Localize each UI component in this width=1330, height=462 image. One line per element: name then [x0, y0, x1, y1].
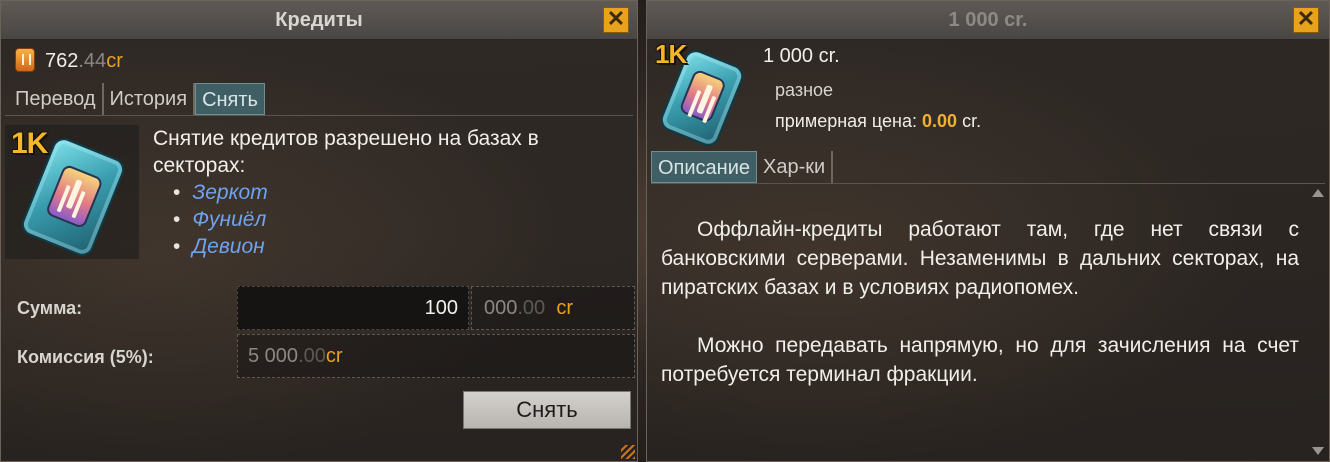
description-paragraph: Можно передавать напрямую, но для зачисл…	[661, 334, 1299, 386]
credits-window: Кредиты ✕ 762.44cr Перевод История Снять…	[0, 0, 638, 462]
scrollbar[interactable]	[1311, 187, 1325, 457]
item-badge: 1K	[655, 39, 687, 69]
sector-link[interactable]: Девион	[173, 233, 623, 260]
commission-decimals: .00	[298, 345, 326, 367]
balance-decimals: .44	[78, 50, 107, 72]
tab-bar: Описание Хар-ки	[651, 151, 834, 183]
commission-field: 5 000.00cr	[237, 334, 635, 378]
sector-list: Зеркот Фуниёл Девион	[153, 179, 623, 260]
amount-suffix-decimals: .00	[517, 297, 546, 319]
item-badge: 1K	[11, 127, 48, 160]
amount-label: Сумма:	[17, 298, 83, 318]
description-paragraph: Оффлайн-кредиты работают там, где нет св…	[661, 218, 1299, 299]
window-title: 1 000 cr.	[647, 1, 1329, 40]
item-price: примерная цена: 0.00 cr.	[775, 111, 981, 132]
tab-history[interactable]: История	[104, 83, 196, 115]
item-image: 1K	[651, 39, 755, 150]
tabs-divider	[651, 183, 1325, 184]
withdraw-button[interactable]: Снять	[463, 391, 631, 429]
credit-coin-icon	[15, 47, 35, 72]
tab-bar: Перевод История Снять	[9, 83, 265, 115]
info-text: Снятие кредитов разрешено на базах в сек…	[153, 127, 539, 177]
balance-currency: cr	[106, 50, 123, 72]
tabs-divider	[5, 115, 633, 116]
item-image: 1K	[5, 125, 139, 260]
amount-input[interactable]: 100	[237, 286, 469, 330]
balance: 762.44cr	[15, 47, 123, 75]
close-icon[interactable]: ✕	[603, 7, 629, 33]
scroll-up-icon[interactable]	[1312, 189, 1324, 197]
withdraw-info: Снятие кредитов разрешено на базах в сек…	[153, 125, 623, 260]
close-icon[interactable]: ✕	[1293, 7, 1319, 33]
tab-withdraw[interactable]: Снять	[195, 83, 265, 115]
commission-currency: cr	[325, 345, 343, 367]
amount-suffix: 000.00 cr	[471, 286, 635, 330]
scroll-down-icon[interactable]	[1312, 447, 1324, 455]
price-value: 0.00	[922, 111, 958, 131]
tab-transfer[interactable]: Перевод	[9, 83, 104, 115]
item-name: 1 000 cr.	[763, 45, 840, 67]
item-description: Оффлайн-кредиты работают там, где нет св…	[661, 215, 1299, 418]
sector-link[interactable]: Фуниёл	[173, 206, 623, 233]
price-label: примерная цена:	[775, 111, 917, 131]
amount-suffix-main: 000	[484, 297, 518, 319]
balance-main: 762	[45, 50, 79, 72]
tab-specs[interactable]: Хар-ки	[757, 151, 834, 183]
window-title: Кредиты	[1, 1, 637, 40]
item-category: разное	[775, 80, 834, 100]
price-currency: cr.	[962, 111, 982, 131]
resize-handle-icon[interactable]	[621, 445, 635, 459]
amount-suffix-currency: cr	[556, 297, 573, 319]
sector-link[interactable]: Зеркот	[173, 179, 623, 206]
commission-main: 5 000	[248, 345, 299, 367]
item-info-window: 1 000 cr. ✕ 1K 1 000 cr. разное примерна…	[646, 0, 1330, 462]
commission-label: Комиссия (5%):	[17, 347, 154, 367]
tab-description[interactable]: Описание	[651, 151, 758, 183]
